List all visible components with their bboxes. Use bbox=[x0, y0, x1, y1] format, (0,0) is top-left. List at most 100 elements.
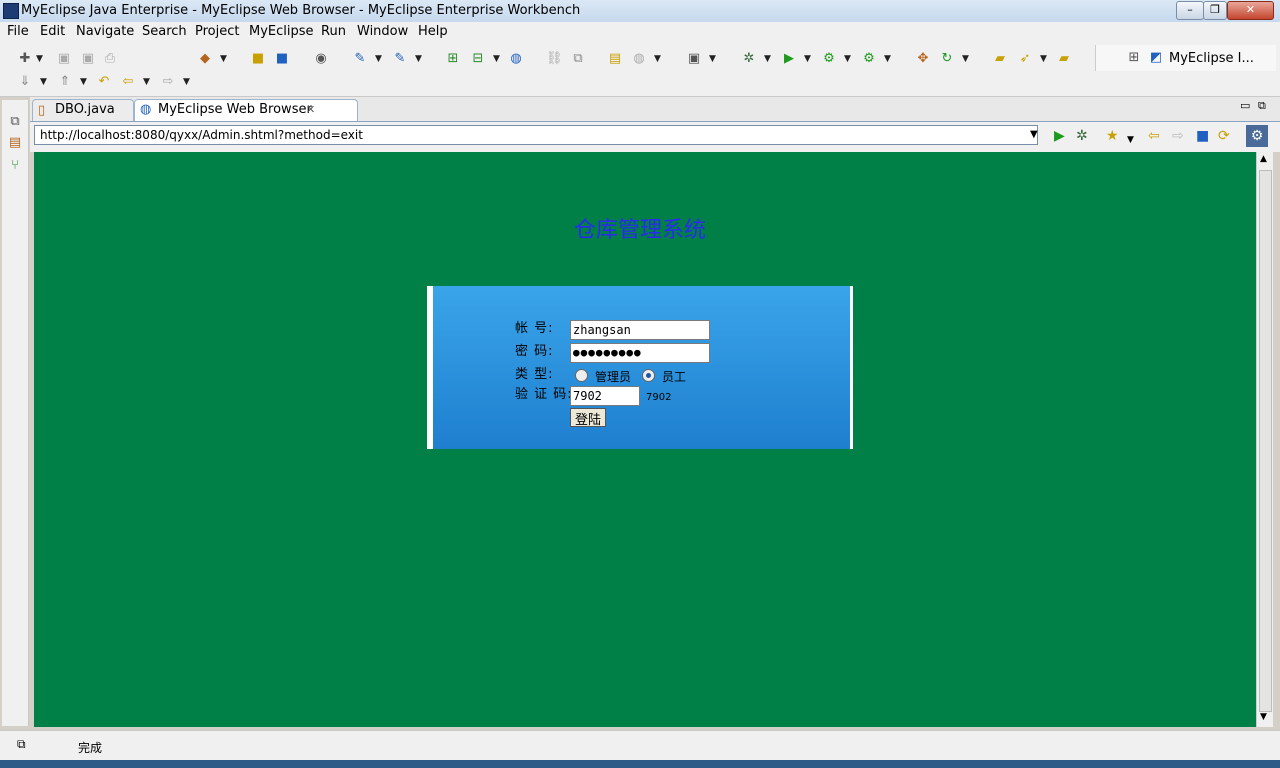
forward-icon[interactable]: ⇨ bbox=[160, 74, 176, 90]
menu-navigate[interactable]: Navigate bbox=[76, 24, 134, 39]
web-browser-icon[interactable]: ◍ bbox=[508, 51, 524, 67]
package-explorer-icon[interactable]: ▤ bbox=[7, 135, 23, 151]
browser-back-icon[interactable]: ⇦ bbox=[1148, 128, 1160, 144]
run-config-icon[interactable]: ⚙ bbox=[821, 51, 837, 67]
menu-edit[interactable]: Edit bbox=[40, 24, 65, 39]
new-icon[interactable]: ✚ bbox=[17, 51, 33, 67]
menu-myeclipse[interactable]: MyEclipse bbox=[249, 24, 314, 39]
resource-dropdown-icon[interactable]: ▼ bbox=[493, 54, 500, 64]
open-type-icon[interactable]: ⊞ bbox=[445, 51, 461, 67]
debug-dropdown-icon[interactable]: ▼ bbox=[764, 54, 771, 64]
scrollbar-thumb[interactable] bbox=[1259, 170, 1272, 712]
refresh-dropdown-icon[interactable]: ▼ bbox=[962, 54, 969, 64]
account-input[interactable] bbox=[570, 320, 710, 340]
hierarchy-icon[interactable]: ⑂ bbox=[7, 158, 23, 174]
pin-dropdown-icon[interactable]: ▼ bbox=[1040, 54, 1047, 64]
close-tab-icon[interactable]: ✕ bbox=[306, 100, 315, 120]
debug-page-icon[interactable]: ✲ bbox=[1076, 128, 1088, 144]
refresh-green-icon[interactable]: ↻ bbox=[939, 51, 955, 67]
browser-forward-icon[interactable]: ⇨ bbox=[1172, 128, 1184, 144]
status-bar: ⧉ 完成 bbox=[0, 730, 1280, 761]
open-resource-icon[interactable]: ⊟ bbox=[470, 51, 486, 67]
image-icon[interactable]: ⧉ bbox=[570, 51, 586, 67]
url-dropdown-icon[interactable]: ▼ bbox=[1030, 129, 1038, 140]
last-edit-icon[interactable]: ↶ bbox=[96, 74, 112, 90]
deploy-dropdown-icon[interactable]: ▼ bbox=[220, 54, 227, 64]
save-all-icon[interactable]: ▣ bbox=[80, 51, 96, 67]
run-config-dropdown-icon[interactable]: ▼ bbox=[844, 54, 851, 64]
wizard2-dropdown-icon[interactable]: ▼ bbox=[415, 54, 422, 64]
tab-web-browser[interactable]: ◍ MyEclipse Web Browser ✕ bbox=[134, 99, 358, 121]
scroll-down-icon[interactable]: ▼ bbox=[1260, 712, 1267, 722]
run-icon[interactable]: ▶ bbox=[781, 51, 797, 67]
radio-staff[interactable] bbox=[642, 369, 655, 382]
wizard2-icon[interactable]: ✎ bbox=[392, 51, 408, 67]
globe-dropdown-icon[interactable]: ▼ bbox=[654, 54, 661, 64]
server-icon[interactable]: ◉ bbox=[313, 51, 329, 67]
favorites-icon[interactable]: ★ bbox=[1106, 128, 1119, 144]
captcha-input[interactable] bbox=[570, 386, 640, 406]
menu-file[interactable]: File bbox=[7, 24, 29, 39]
run-dropdown-icon[interactable]: ▼ bbox=[804, 54, 811, 64]
menu-window[interactable]: Window bbox=[357, 24, 408, 39]
next-annotation-icon[interactable]: ⇓ bbox=[17, 74, 33, 90]
browser-refresh-icon[interactable]: ⟳ bbox=[1218, 128, 1230, 144]
package-icon[interactable]: ■ bbox=[250, 51, 266, 67]
back-icon[interactable]: ⇦ bbox=[120, 74, 136, 90]
window-title: MyEclipse Java Enterprise - MyEclipse We… bbox=[21, 3, 581, 18]
radio-admin[interactable] bbox=[575, 369, 588, 382]
menu-run[interactable]: Run bbox=[321, 24, 346, 39]
forward-dropdown-icon[interactable]: ▼ bbox=[183, 77, 190, 87]
folder-open-icon[interactable]: ▰ bbox=[1056, 51, 1072, 67]
url-input[interactable] bbox=[34, 125, 1038, 145]
tab-dbo-java[interactable]: ▯ DBO.java bbox=[32, 99, 134, 121]
new-dropdown-icon[interactable]: ▼ bbox=[36, 54, 43, 64]
globe-gray-icon[interactable]: ◍ bbox=[631, 51, 647, 67]
wizard-icon[interactable]: ✎ bbox=[352, 51, 368, 67]
maximize-view-icon[interactable]: ⧉ bbox=[1258, 99, 1266, 113]
prev-annotation-icon[interactable]: ⇑ bbox=[57, 74, 73, 90]
external-tools-dropdown-icon[interactable]: ▼ bbox=[884, 54, 891, 64]
link-icon[interactable]: ⛓ bbox=[546, 51, 563, 67]
open-folder-icon[interactable]: ▰ bbox=[992, 51, 1008, 67]
myeclipse-browser-icon[interactable]: ⚙ bbox=[1246, 125, 1268, 147]
vertical-scrollbar[interactable]: ▲ ▼ bbox=[1256, 152, 1273, 727]
next-annotation-dropdown-icon[interactable]: ▼ bbox=[40, 77, 47, 87]
pin-icon[interactable]: ➶ bbox=[1017, 51, 1033, 67]
fast-view-icon[interactable]: ⧉ bbox=[17, 737, 26, 752]
menu-help[interactable]: Help bbox=[418, 24, 448, 39]
close-button[interactable]: ✕ bbox=[1227, 1, 1274, 20]
favorites-dropdown-icon[interactable]: ▼ bbox=[1127, 132, 1134, 148]
myeclipse-perspective-icon[interactable]: ◩ bbox=[1148, 50, 1164, 66]
menu-project[interactable]: Project bbox=[195, 24, 239, 39]
stop-icon[interactable]: ■ bbox=[1196, 128, 1209, 144]
maximize-button[interactable]: ❐ bbox=[1203, 1, 1227, 20]
print-icon[interactable]: ⎙ bbox=[102, 51, 118, 67]
java-file-icon: ▯ bbox=[38, 103, 46, 118]
camera-dropdown-icon[interactable]: ▼ bbox=[709, 54, 716, 64]
report-icon[interactable]: ▤ bbox=[607, 51, 623, 67]
prev-annotation-dropdown-icon[interactable]: ▼ bbox=[80, 77, 87, 87]
password-input[interactable]: ●●●●●●●●● bbox=[570, 343, 710, 363]
back-dropdown-icon[interactable]: ▼ bbox=[143, 77, 150, 87]
login-form: 帐 号: 密 码: ●●●●●●●●● 类 型: 管理员 员工 验 证 码: 7… bbox=[427, 286, 853, 449]
perspective-label[interactable]: MyEclipse I... bbox=[1169, 51, 1254, 66]
debug-icon[interactable]: ✲ bbox=[741, 51, 757, 67]
minimize-button[interactable]: – bbox=[1176, 1, 1204, 20]
menu-search[interactable]: Search bbox=[142, 24, 187, 39]
minimize-view-icon[interactable]: ▭ bbox=[1240, 99, 1250, 112]
deploy-icon[interactable]: ◆ bbox=[197, 51, 213, 67]
external-tools-icon[interactable]: ⚙ bbox=[861, 51, 877, 67]
scroll-up-icon[interactable]: ▲ bbox=[1260, 154, 1267, 164]
account-label: 帐 号: bbox=[515, 321, 554, 336]
window-title-bar[interactable]: MyEclipse Java Enterprise - MyEclipse We… bbox=[0, 0, 1280, 22]
bundle-icon[interactable]: ■ bbox=[274, 51, 290, 67]
save-icon[interactable]: ▣ bbox=[56, 51, 72, 67]
open-perspective-icon[interactable]: ⊞ bbox=[1126, 50, 1142, 66]
plugin-icon[interactable]: ✥ bbox=[915, 51, 931, 67]
login-button[interactable]: 登陆 bbox=[570, 408, 607, 428]
camera-icon[interactable]: ▣ bbox=[686, 51, 702, 67]
wizard-dropdown-icon[interactable]: ▼ bbox=[375, 54, 382, 64]
restore-view-icon[interactable]: ⧉ bbox=[7, 114, 23, 130]
go-icon[interactable]: ▶ bbox=[1054, 128, 1065, 144]
